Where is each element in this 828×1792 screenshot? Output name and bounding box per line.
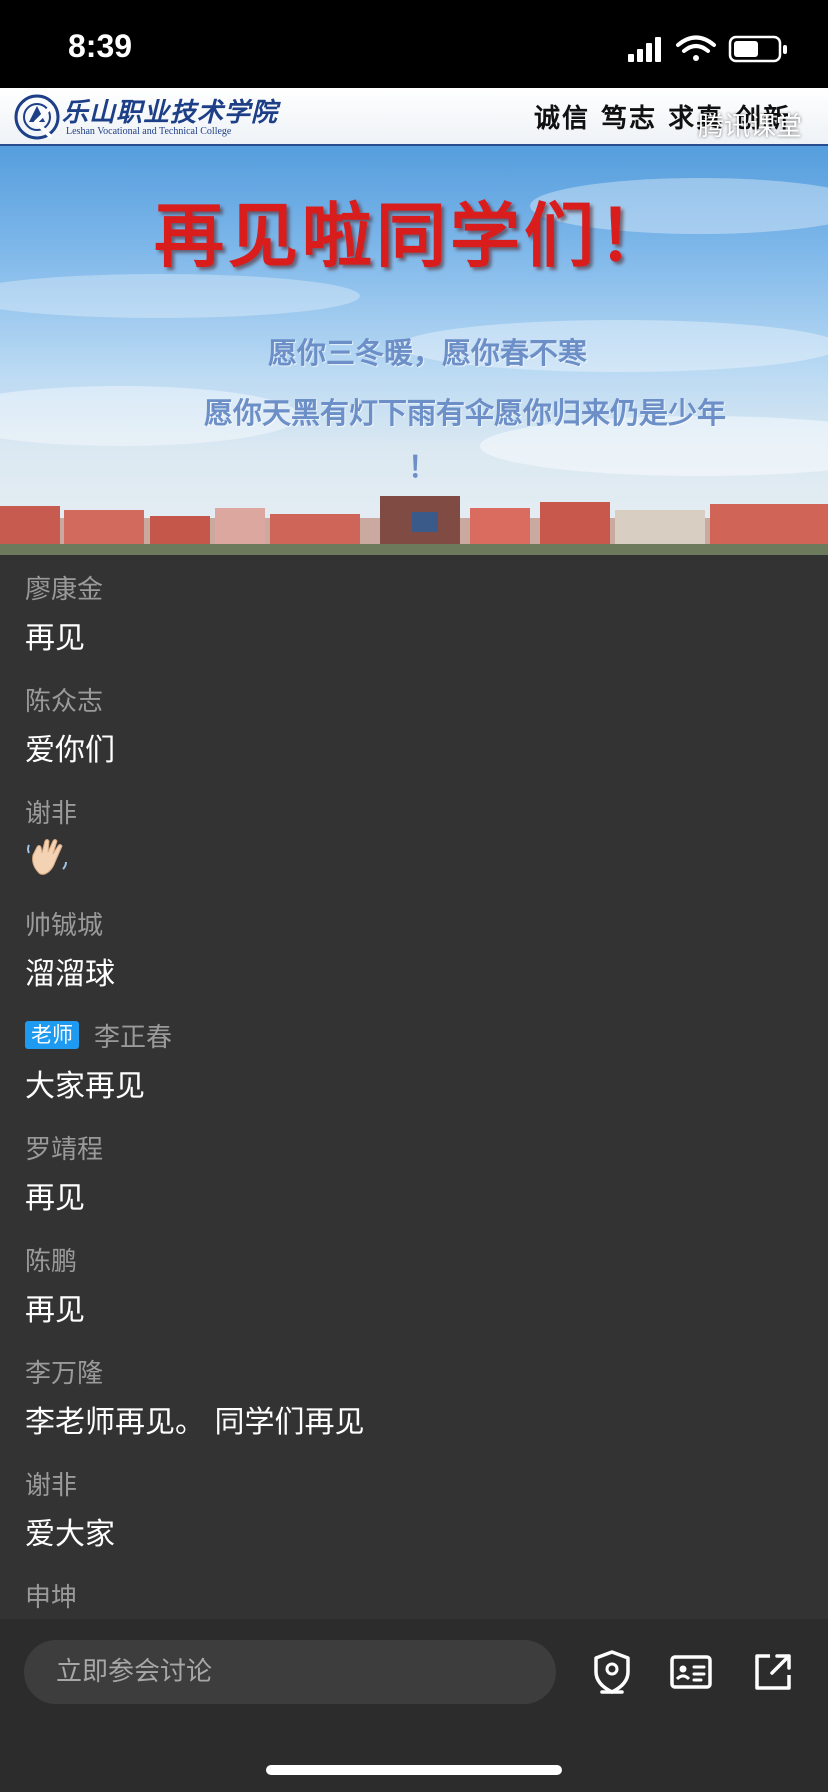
- sender-name: 罗靖程: [25, 1134, 104, 1165]
- sender-name: 李万隆: [25, 1358, 104, 1389]
- slide-text-line1: 愿你三冬暖，愿你春不寒: [268, 336, 588, 370]
- message-text: 再见: [25, 1293, 85, 1328]
- message-text: 爱你们: [25, 733, 115, 768]
- status-time: 8:39: [68, 28, 133, 64]
- share-icon[interactable]: [748, 1647, 798, 1697]
- message-text: 溜溜球: [25, 957, 115, 992]
- sender-name: 陈众志: [25, 686, 104, 717]
- message-text: 大家再见: [25, 1069, 145, 1104]
- slide-header: 乐山职业技术学院 Leshan Vocational and Technical…: [0, 88, 828, 146]
- list-item: 谢非: [0, 779, 828, 891]
- list-item: 帅铖城 溜溜球: [0, 891, 828, 1003]
- list-item: 罗靖程 再见: [0, 1115, 828, 1227]
- list-item: 申坤: [0, 1563, 828, 1619]
- sender-name: 廖康金: [25, 574, 104, 605]
- battery-icon: [728, 35, 787, 63]
- sender-name: 谢非: [25, 1470, 78, 1501]
- screen: 8:39 乐山职业技术学院 Leshan Vocational and Tech…: [0, 0, 828, 1792]
- list-item: 老师 李正春 大家再见: [0, 1003, 828, 1115]
- slide-text-line2: 愿你天黑有灯下雨有伞愿你归来仍是少年: [204, 396, 727, 430]
- sender-name: 李正春: [94, 1022, 173, 1053]
- message-text: 再见: [25, 1181, 85, 1216]
- waving-hand-icon: [27, 839, 67, 875]
- campus-panorama: [0, 496, 828, 555]
- home-indicator[interactable]: [266, 1765, 562, 1775]
- list-item: 陈众志 爱你们: [0, 667, 828, 779]
- sender-name: 陈鹏: [25, 1246, 78, 1277]
- sender-name: 申坤: [25, 1582, 78, 1613]
- status-icons: [628, 35, 787, 63]
- message-text: 李老师再见。 同学们再见: [25, 1405, 365, 1440]
- list-item: 李万隆 李老师再见。 同学们再见: [0, 1339, 828, 1451]
- slide-text-line2-end: ！: [408, 450, 438, 484]
- brand-watermark: 腾讯课堂: [697, 112, 802, 142]
- college-name-english: Leshan Vocational and Technical College: [66, 126, 232, 137]
- presentation-slide[interactable]: 乐山职业技术学院 Leshan Vocational and Technical…: [0, 88, 828, 555]
- status-bar: 8:39: [0, 0, 828, 88]
- back-button[interactable]: [24, 102, 64, 142]
- list-item: 廖康金 再见: [0, 555, 828, 667]
- message-text: 再见: [25, 621, 85, 656]
- message-text: 爱大家: [25, 1517, 115, 1552]
- discussion-input[interactable]: [24, 1640, 556, 1704]
- slide-title: 再见啦同学们！: [154, 194, 672, 277]
- list-item: 谢非 爱大家: [0, 1451, 828, 1563]
- discussion-message-list[interactable]: 廖康金 再见 陈众志 爱你们 谢非 帅铖城 溜溜球 老师 李正春 大家再见 罗靖…: [0, 555, 828, 1619]
- sender-name: 谢非: [25, 798, 78, 829]
- college-name: 乐山职业技术学院: [62, 98, 279, 128]
- teacher-badge: 老师: [25, 1021, 79, 1049]
- wifi-icon: [676, 35, 716, 61]
- shield-icon[interactable]: [587, 1647, 637, 1697]
- cellular-signal-icon: [628, 37, 661, 62]
- list-item: 陈鹏 再见: [0, 1227, 828, 1339]
- id-card-icon[interactable]: [666, 1647, 716, 1697]
- sender-name: 帅铖城: [25, 910, 104, 941]
